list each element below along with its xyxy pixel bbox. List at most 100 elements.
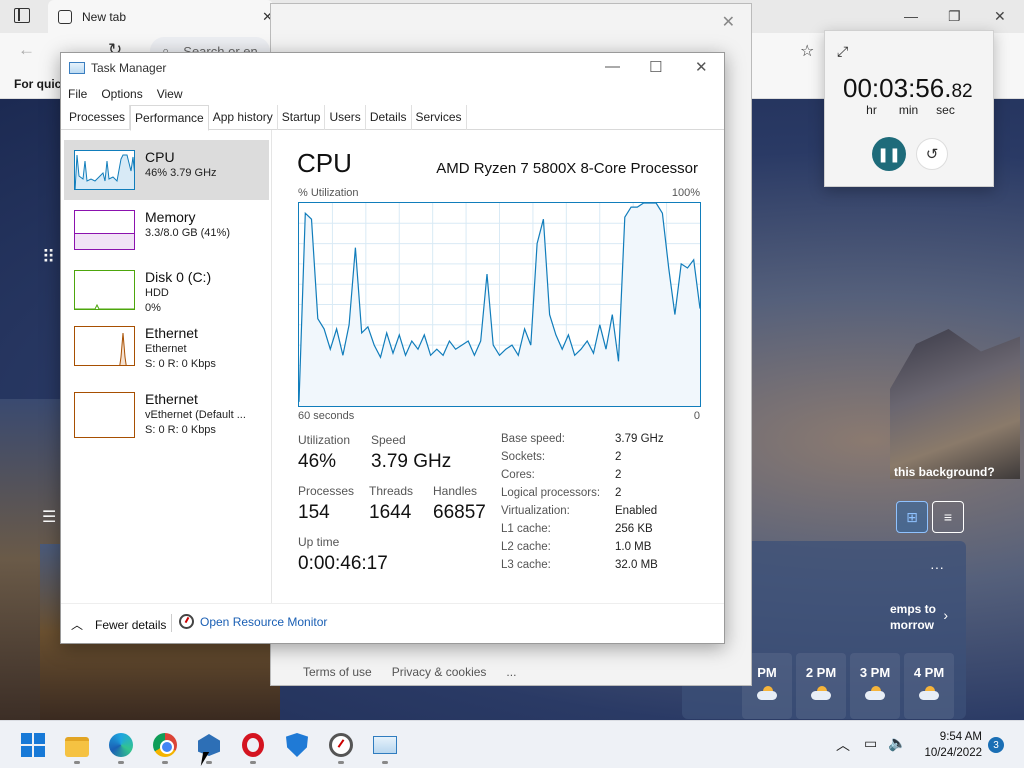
- dialog-close-icon[interactable]: ✕: [722, 12, 735, 32]
- clock-taskbar-button[interactable]: [328, 732, 354, 758]
- stat-value: 3.79 GHz: [371, 451, 452, 472]
- tab-services[interactable]: Services: [412, 105, 467, 130]
- detail-key: Virtualization:: [501, 505, 570, 517]
- running-indicator: [250, 761, 256, 764]
- sidebar-ethernet-adapter: Ethernet: [145, 343, 187, 355]
- edge-tab-new[interactable]: New tab ✕: [48, 0, 273, 33]
- menu-options[interactable]: Options: [101, 87, 142, 101]
- menu-view[interactable]: View: [157, 87, 183, 101]
- chrome-taskbar-button[interactable]: [152, 732, 178, 758]
- opera-icon: [242, 733, 264, 757]
- fewer-details-button[interactable]: ︿ Fewer details: [71, 616, 166, 633]
- chevron-right-icon[interactable]: ›: [943, 607, 948, 623]
- unit-sec: sec: [936, 103, 955, 117]
- detail-key: L2 cache:: [501, 541, 551, 553]
- sidebar-item-vethernet[interactable]: Ethernet vEthernet (Default ... S: 0 R: …: [64, 391, 269, 452]
- detail-row: Base speed: 3.79 GHz: [501, 433, 664, 451]
- sidebar-item-memory[interactable]: Memory 3.3/8.0 GB (41%): [64, 200, 269, 260]
- chevron-up-icon[interactable]: ︿: [836, 735, 850, 755]
- tab-app-history[interactable]: App history: [209, 105, 278, 130]
- running-indicator: [162, 761, 168, 764]
- tab-performance[interactable]: Performance: [130, 105, 209, 131]
- tab-details[interactable]: Details: [366, 105, 412, 130]
- privacy-link[interactable]: Privacy & cookies: [392, 665, 487, 679]
- tab-actions-icon[interactable]: [14, 8, 30, 23]
- tab-startup[interactable]: Startup: [278, 105, 326, 130]
- menu-bar: File Options View: [61, 83, 183, 105]
- dialog-footer: Terms of use Privacy & cookies ...: [303, 665, 516, 679]
- open-resource-monitor-link[interactable]: Open Resource Monitor: [179, 614, 327, 629]
- taskbar: ︿ ▭ 🔈 9:54 AM 10/24/2022 3: [0, 720, 1024, 768]
- clock-date: 10/24/2022: [924, 747, 982, 759]
- file-explorer-button[interactable]: [64, 732, 90, 758]
- edge-close-icon[interactable]: ✕: [994, 8, 1006, 25]
- edge-minimize-icon[interactable]: —: [904, 8, 918, 24]
- stat-processes: Processes 154: [298, 484, 354, 524]
- more-options-icon[interactable]: ···: [930, 559, 944, 575]
- back-icon[interactable]: ←: [18, 40, 35, 60]
- stat-utilization: Utilization 46%: [298, 433, 350, 473]
- reset-button[interactable]: ↺: [916, 138, 948, 170]
- edge-restore-icon[interactable]: ❐: [948, 8, 961, 25]
- footer-divider: [171, 614, 172, 632]
- stat-value: 1644: [369, 502, 412, 523]
- background-question[interactable]: this background?: [894, 465, 995, 479]
- sidebar-item-disk[interactable]: Disk 0 (C:) HDD 0%: [64, 260, 269, 320]
- opera-taskbar-button[interactable]: [240, 732, 266, 758]
- detail-value: 256 KB: [615, 523, 653, 535]
- ethernet-thumbnail: [74, 326, 135, 366]
- cpu-panel: CPU AMD Ryzen 7 5800X 8-Core Processor %…: [273, 130, 724, 603]
- stat-speed: Speed 3.79 GHz: [371, 433, 451, 473]
- task-manager-taskbar-button[interactable]: [372, 732, 398, 758]
- more-icon[interactable]: ...: [506, 665, 516, 679]
- detail-row: Sockets: 2: [501, 451, 664, 469]
- running-indicator: [382, 761, 388, 764]
- notification-badge[interactable]: 3: [988, 737, 1004, 753]
- weather-message-line2: morrow: [890, 618, 935, 632]
- sidebar-item-ethernet[interactable]: Ethernet Ethernet S: 0 R: 0 Kbps: [64, 325, 269, 386]
- y-axis-label: % Utilization: [298, 187, 359, 199]
- grid-view-icon[interactable]: ⊞: [896, 501, 928, 533]
- stat-label: Threads: [369, 484, 414, 498]
- sidebar-ethernet-throughput: S: 0 R: 0 Kbps: [145, 358, 216, 370]
- sidebar-memory-name: Memory: [145, 209, 196, 225]
- defender-taskbar-button[interactable]: [284, 732, 310, 758]
- app-taskbar-button[interactable]: [196, 732, 222, 758]
- list-view-icon[interactable]: ≡: [932, 501, 964, 533]
- title-bar[interactable]: Task Manager — ☐ ✕: [61, 53, 724, 83]
- detail-value: 2: [615, 451, 622, 463]
- stat-uptime: Up time 0:00:46:17: [298, 535, 388, 575]
- pause-button[interactable]: ❚❚: [872, 137, 906, 171]
- stat-value: 0:00:46:17: [298, 553, 388, 574]
- sidebar-item-cpu[interactable]: CPU 46% 3.79 GHz: [64, 140, 269, 200]
- chevron-up-icon: ︿: [71, 618, 84, 632]
- minimize-icon[interactable]: —: [605, 58, 620, 75]
- menu-icon[interactable]: ☰: [42, 507, 56, 527]
- menu-file[interactable]: File: [68, 87, 87, 101]
- stopwatch-units: hr min sec: [853, 103, 964, 117]
- stat-value: 66857: [433, 502, 486, 523]
- tab-processes[interactable]: Processes: [65, 105, 131, 130]
- sidebar-memory-stats: 3.3/8.0 GB (41%): [145, 227, 230, 239]
- start-button[interactable]: [20, 732, 46, 758]
- tab-users[interactable]: Users: [325, 105, 366, 130]
- cpu-model: AMD Ryzen 7 5800X 8-Core Processor: [436, 160, 698, 177]
- expand-icon[interactable]: ⤢: [837, 43, 848, 60]
- folder-icon: [65, 736, 89, 757]
- terms-link[interactable]: Terms of use: [303, 665, 372, 679]
- system-clock[interactable]: 9:54 AM 10/24/2022: [912, 729, 982, 761]
- maximize-icon[interactable]: ☐: [649, 58, 662, 76]
- panel-title: CPU: [297, 148, 352, 178]
- stat-value: 154: [298, 502, 330, 523]
- detail-key: Base speed:: [501, 433, 565, 445]
- volume-icon[interactable]: 🔈: [888, 734, 907, 752]
- detail-value: 1.0 MB: [615, 541, 652, 553]
- sidebar-disk-usage: 0%: [145, 302, 161, 314]
- add-favorite-icon[interactable]: ☆: [800, 41, 814, 61]
- apps-launcher-icon[interactable]: ⠿: [42, 247, 56, 268]
- unit-min: min: [898, 103, 919, 117]
- hour-forecast: 3 PM: [850, 653, 900, 719]
- close-icon[interactable]: ✕: [695, 58, 708, 76]
- edge-taskbar-button[interactable]: [108, 732, 134, 758]
- network-icon[interactable]: ▭: [864, 735, 877, 752]
